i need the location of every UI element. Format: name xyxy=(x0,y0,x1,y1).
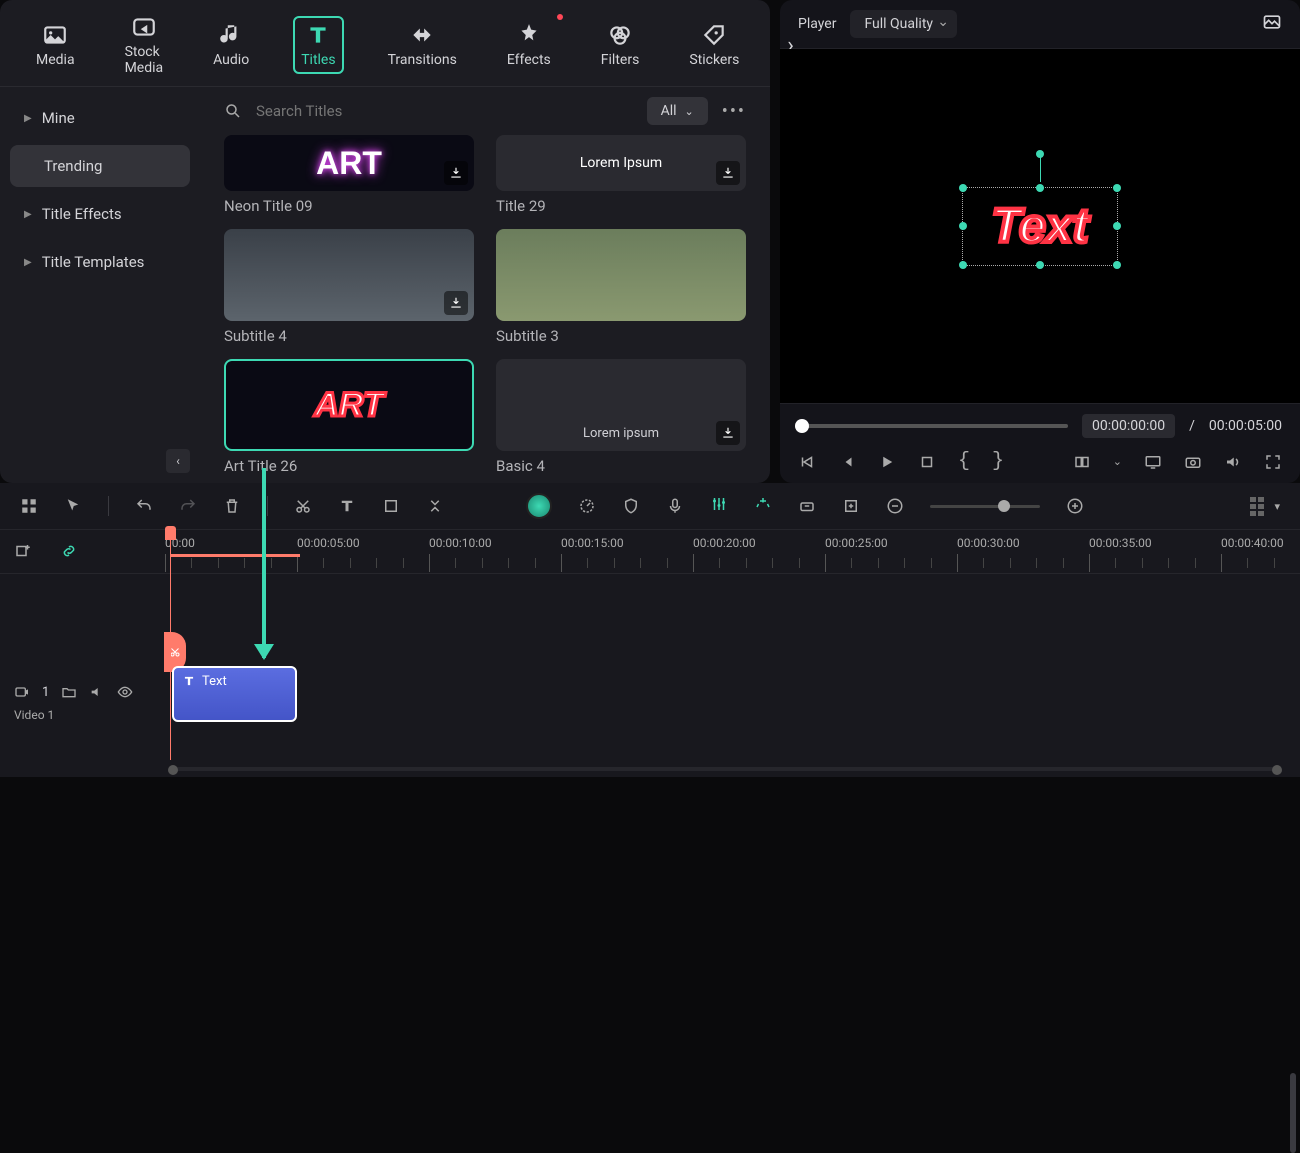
zoom-out-button[interactable] xyxy=(886,497,904,515)
eye-icon[interactable] xyxy=(117,684,133,700)
sidebar-item-trending[interactable]: Trending xyxy=(10,145,190,187)
track-name: Video 1 xyxy=(14,708,54,771)
search-input[interactable] xyxy=(256,102,633,120)
asset-tabs: Media Stock Media Audio Titles Transitio… xyxy=(0,0,770,87)
h-scrollbar[interactable] xyxy=(170,765,1280,773)
track-header-video1[interactable]: 1 xyxy=(0,674,165,710)
sidebar-item-title-effects[interactable]: ▶Title Effects xyxy=(10,193,190,235)
card-basic-4[interactable]: Lorem ipsum Basic 4 xyxy=(496,359,746,475)
ai-icon[interactable] xyxy=(526,493,552,519)
card-subtitle-4[interactable]: Subtitle 4 xyxy=(224,229,474,345)
display-button[interactable] xyxy=(1144,453,1162,471)
mark-out-button[interactable]: } xyxy=(992,450,1004,473)
camera-button[interactable] xyxy=(1184,453,1202,471)
titles-sidebar: ▶Mine Trending ▶Title Effects ▶Title Tem… xyxy=(0,87,200,483)
transitions-icon xyxy=(409,22,435,48)
audio-icon xyxy=(218,22,244,48)
undo-button[interactable] xyxy=(135,497,153,515)
fullscreen-button[interactable] xyxy=(1264,453,1282,471)
speed-icon[interactable] xyxy=(578,497,596,515)
v-scrollbar[interactable] xyxy=(1290,1073,1296,1153)
player-title: Player xyxy=(798,16,836,32)
preview-canvas[interactable]: Text xyxy=(780,49,1300,403)
zoom-in-button[interactable] xyxy=(1066,497,1084,515)
tutorial-arrow xyxy=(262,468,266,658)
time-current: 00:00:00:00 xyxy=(1082,414,1175,438)
download-icon[interactable] xyxy=(716,161,740,185)
link-track-icon[interactable] xyxy=(60,542,78,560)
search-icon xyxy=(224,102,242,120)
link-icon[interactable] xyxy=(798,497,816,515)
marker-icon[interactable] xyxy=(842,497,860,515)
mic-icon[interactable] xyxy=(666,497,684,515)
mark-in-button[interactable]: { xyxy=(958,450,970,473)
redo-button[interactable] xyxy=(179,497,197,515)
titles-icon xyxy=(305,22,331,48)
download-icon[interactable] xyxy=(716,421,740,445)
snapshot-button[interactable] xyxy=(1262,12,1282,36)
tab-titles[interactable]: Titles xyxy=(293,16,343,74)
card-subtitle-3[interactable]: Subtitle 3 xyxy=(496,229,746,345)
tab-stock-media[interactable]: Stock Media xyxy=(119,10,170,80)
tab-media[interactable]: Media xyxy=(30,18,81,72)
text-clip-icon xyxy=(182,674,196,688)
prev-frame-button[interactable] xyxy=(798,453,816,471)
add-track-icon[interactable] xyxy=(14,542,32,560)
shield-icon[interactable] xyxy=(622,497,640,515)
scrub-bar[interactable] xyxy=(798,424,1068,428)
tab-stickers[interactable]: Stickers xyxy=(683,18,745,72)
mixer-icon[interactable] xyxy=(710,495,728,513)
magnet-icon[interactable] xyxy=(754,495,772,513)
filters-icon xyxy=(607,22,633,48)
time-total: 00:00:05:00 xyxy=(1209,418,1282,434)
timeline-toolbar: ▾ xyxy=(0,483,1300,530)
quality-dropdown[interactable]: Full Quality xyxy=(850,10,957,38)
media-icon xyxy=(42,22,68,48)
tab-effects[interactable]: Effects xyxy=(501,18,557,72)
timeline-ruler[interactable]: 00:0000:00:05:0000:00:10:0000:00:15:0000… xyxy=(0,530,1300,574)
text-button[interactable] xyxy=(338,497,356,515)
tab-filters[interactable]: Filters xyxy=(595,18,646,72)
stock-icon xyxy=(131,14,157,40)
card-neon-title-09[interactable]: ART Neon Title 09 xyxy=(224,135,474,215)
view-dropdown[interactable]: ▾ xyxy=(1274,500,1280,513)
mute-icon[interactable] xyxy=(89,684,105,700)
crop-button[interactable] xyxy=(382,497,400,515)
stickers-icon xyxy=(701,22,727,48)
filter-dropdown[interactable]: All⌄ xyxy=(647,97,708,125)
stop-button[interactable] xyxy=(918,453,936,471)
play-button[interactable] xyxy=(878,453,896,471)
layout-button[interactable] xyxy=(1073,453,1091,471)
timeline-tracks: 1 Video 1 Text xyxy=(0,574,1300,777)
card-art-title-26[interactable]: ART Art Title 26 xyxy=(224,359,474,475)
timeline-clip-text[interactable]: Text xyxy=(172,666,297,722)
zoom-slider[interactable] xyxy=(930,505,1040,508)
cut-button[interactable] xyxy=(294,497,312,515)
more-options[interactable]: ••• xyxy=(722,101,746,122)
folder-icon[interactable] xyxy=(61,684,77,700)
view-mode-icon[interactable] xyxy=(1250,497,1264,516)
tab-audio[interactable]: Audio xyxy=(207,18,255,72)
sidebar-collapse[interactable]: ‹ xyxy=(166,449,190,473)
titles-grid: ART Neon Title 09 Lorem Ipsum Title 29 xyxy=(200,135,770,483)
video-track-icon xyxy=(14,684,30,700)
download-icon[interactable] xyxy=(444,291,468,315)
layout-icon[interactable] xyxy=(20,497,38,515)
expand-icon[interactable] xyxy=(426,497,444,515)
sidebar-item-title-templates[interactable]: ▶Title Templates xyxy=(10,241,190,283)
delete-button[interactable] xyxy=(223,497,241,515)
sidebar-item-mine[interactable]: ▶Mine xyxy=(10,97,190,139)
volume-button[interactable] xyxy=(1224,453,1242,471)
card-title-29[interactable]: Lorem Ipsum Title 29 xyxy=(496,135,746,215)
step-back-button[interactable] xyxy=(838,453,856,471)
tab-transitions[interactable]: Transitions xyxy=(382,18,463,72)
effects-icon xyxy=(516,22,542,48)
download-icon[interactable] xyxy=(444,161,468,185)
pointer-icon[interactable] xyxy=(64,497,82,515)
